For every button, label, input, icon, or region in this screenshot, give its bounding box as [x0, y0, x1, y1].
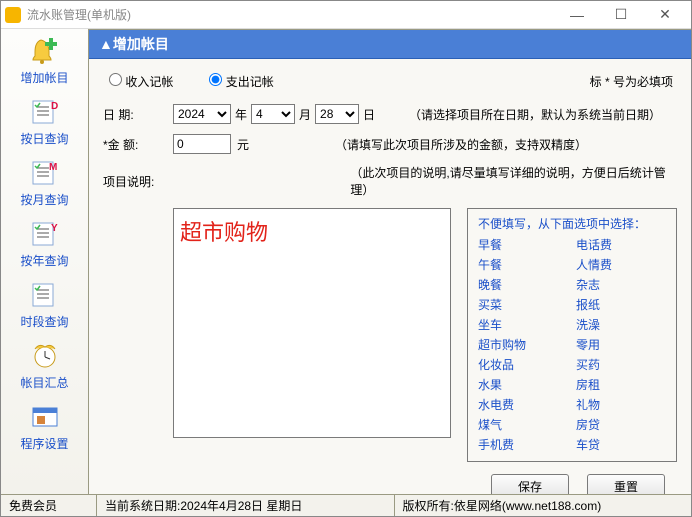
desc-label: 项目说明:	[103, 173, 170, 190]
sidebar-item-yearly[interactable]: Y 按年查询	[1, 218, 88, 269]
sidebar-item-range[interactable]: 时段查询	[1, 279, 88, 330]
day-select[interactable]: 28	[315, 104, 359, 124]
sidebar-item-label: 按月查询	[20, 191, 68, 208]
amount-label: *金 额:	[103, 136, 173, 153]
shortcut-item[interactable]: 买菜	[478, 296, 568, 313]
shortcut-item[interactable]: 超市购物	[478, 336, 568, 353]
shortcut-item[interactable]: 车贷	[576, 436, 666, 453]
sidebar-item-add[interactable]: 增加帐目	[1, 35, 88, 86]
shortcut-item[interactable]: 杂志	[576, 276, 666, 293]
shortcut-item[interactable]: 房贷	[576, 416, 666, 433]
list-icon	[28, 279, 62, 311]
shortcut-item[interactable]: 人情费	[576, 256, 666, 273]
radio-income[interactable]: 收入记帐	[109, 73, 173, 90]
clock-bell-icon	[28, 340, 62, 372]
desc-hint: （此次项目的说明,请尽量填写详细的说明，方便日后统计管理）	[350, 164, 677, 198]
settings-window-icon	[28, 401, 62, 433]
sidebar-item-summary[interactable]: 帐目汇总	[1, 340, 88, 391]
shortcut-item[interactable]: 午餐	[478, 256, 568, 273]
required-note: 标 * 号为必填项	[590, 73, 673, 90]
sidebar-item-settings[interactable]: 程序设置	[1, 401, 88, 452]
shortcut-item[interactable]: 礼物	[576, 396, 666, 413]
minimize-button[interactable]: ―	[555, 1, 599, 29]
description-textarea[interactable]: 超市购物	[173, 208, 451, 438]
maximize-button[interactable]: ☐	[599, 1, 643, 29]
sidebar: 增加帐目 D 按日查询 M 按月查询 Y 按年查询	[1, 29, 89, 494]
shortcut-item[interactable]: 房租	[576, 376, 666, 393]
status-date: 当前系统日期:2024年4月28日 星期日	[97, 495, 395, 516]
list-m-icon: M	[28, 157, 62, 189]
shortcut-item[interactable]: 水电费	[478, 396, 568, 413]
sidebar-item-label: 按年查询	[20, 252, 68, 269]
window-title: 流水账管理(单机版)	[27, 6, 555, 23]
year-select[interactable]: 2024	[173, 104, 231, 124]
svg-text:M: M	[49, 162, 57, 173]
statusbar: 免费会员 当前系统日期:2024年4月28日 星期日 版权所有:依星网络(www…	[1, 494, 691, 516]
shortcut-item[interactable]: 报纸	[576, 296, 666, 313]
list-d-icon: D	[28, 96, 62, 128]
list-y-icon: Y	[28, 218, 62, 250]
amount-hint: （请填写此次项目所涉及的金额，支持双精度）	[335, 136, 587, 153]
sidebar-item-label: 增加帐目	[20, 69, 68, 86]
sidebar-item-label: 帐目汇总	[20, 374, 68, 391]
shortcut-item[interactable]: 电话费	[576, 236, 666, 253]
sidebar-item-monthly[interactable]: M 按月查询	[1, 157, 88, 208]
date-hint: （请选择项目所在日期，默认为系统当前日期）	[409, 106, 661, 123]
shortcut-item[interactable]: 晚餐	[478, 276, 568, 293]
titlebar: 流水账管理(单机版) ― ☐ ✕	[1, 1, 691, 29]
shortcut-item[interactable]: 早餐	[478, 236, 568, 253]
sidebar-item-label: 时段查询	[20, 313, 68, 330]
shortcut-item[interactable]: 煤气	[478, 416, 568, 433]
svg-text:Y: Y	[51, 223, 58, 234]
shortcut-item[interactable]: 坐车	[478, 316, 568, 333]
date-label: 日 期:	[103, 106, 173, 123]
section-header: ▲增加帐目	[89, 29, 691, 59]
status-copyright: 版权所有:依星网络(www.net188.com)	[395, 495, 692, 516]
sidebar-item-label: 程序设置	[20, 435, 68, 452]
shortcut-item[interactable]: 洗澡	[576, 316, 666, 333]
app-icon	[5, 7, 21, 23]
status-member: 免费会员	[1, 495, 97, 516]
shortcut-item[interactable]: 买药	[576, 356, 666, 373]
svg-text:D: D	[51, 101, 58, 112]
sidebar-item-label: 按日查询	[20, 130, 68, 147]
save-button[interactable]: 保存	[491, 474, 569, 494]
sidebar-item-daily[interactable]: D 按日查询	[1, 96, 88, 147]
reset-button[interactable]: 重置	[587, 474, 665, 494]
shortcut-panel: 不便填写，从下面选项中选择： 早餐电话费午餐人情费晚餐杂志买菜报纸坐车洗澡超市购…	[467, 208, 677, 462]
shortcut-item[interactable]: 手机费	[478, 436, 568, 453]
shortcut-title: 不便填写，从下面选项中选择：	[478, 215, 666, 232]
month-select[interactable]: 4	[251, 104, 295, 124]
shortcut-item[interactable]: 化妆品	[478, 356, 568, 373]
amount-input[interactable]	[173, 134, 231, 154]
bell-plus-icon	[28, 35, 62, 67]
shortcut-item[interactable]: 水果	[478, 376, 568, 393]
shortcut-item[interactable]: 零用	[576, 336, 666, 353]
radio-expense[interactable]: 支出记帐	[209, 73, 273, 90]
close-button[interactable]: ✕	[643, 1, 687, 29]
